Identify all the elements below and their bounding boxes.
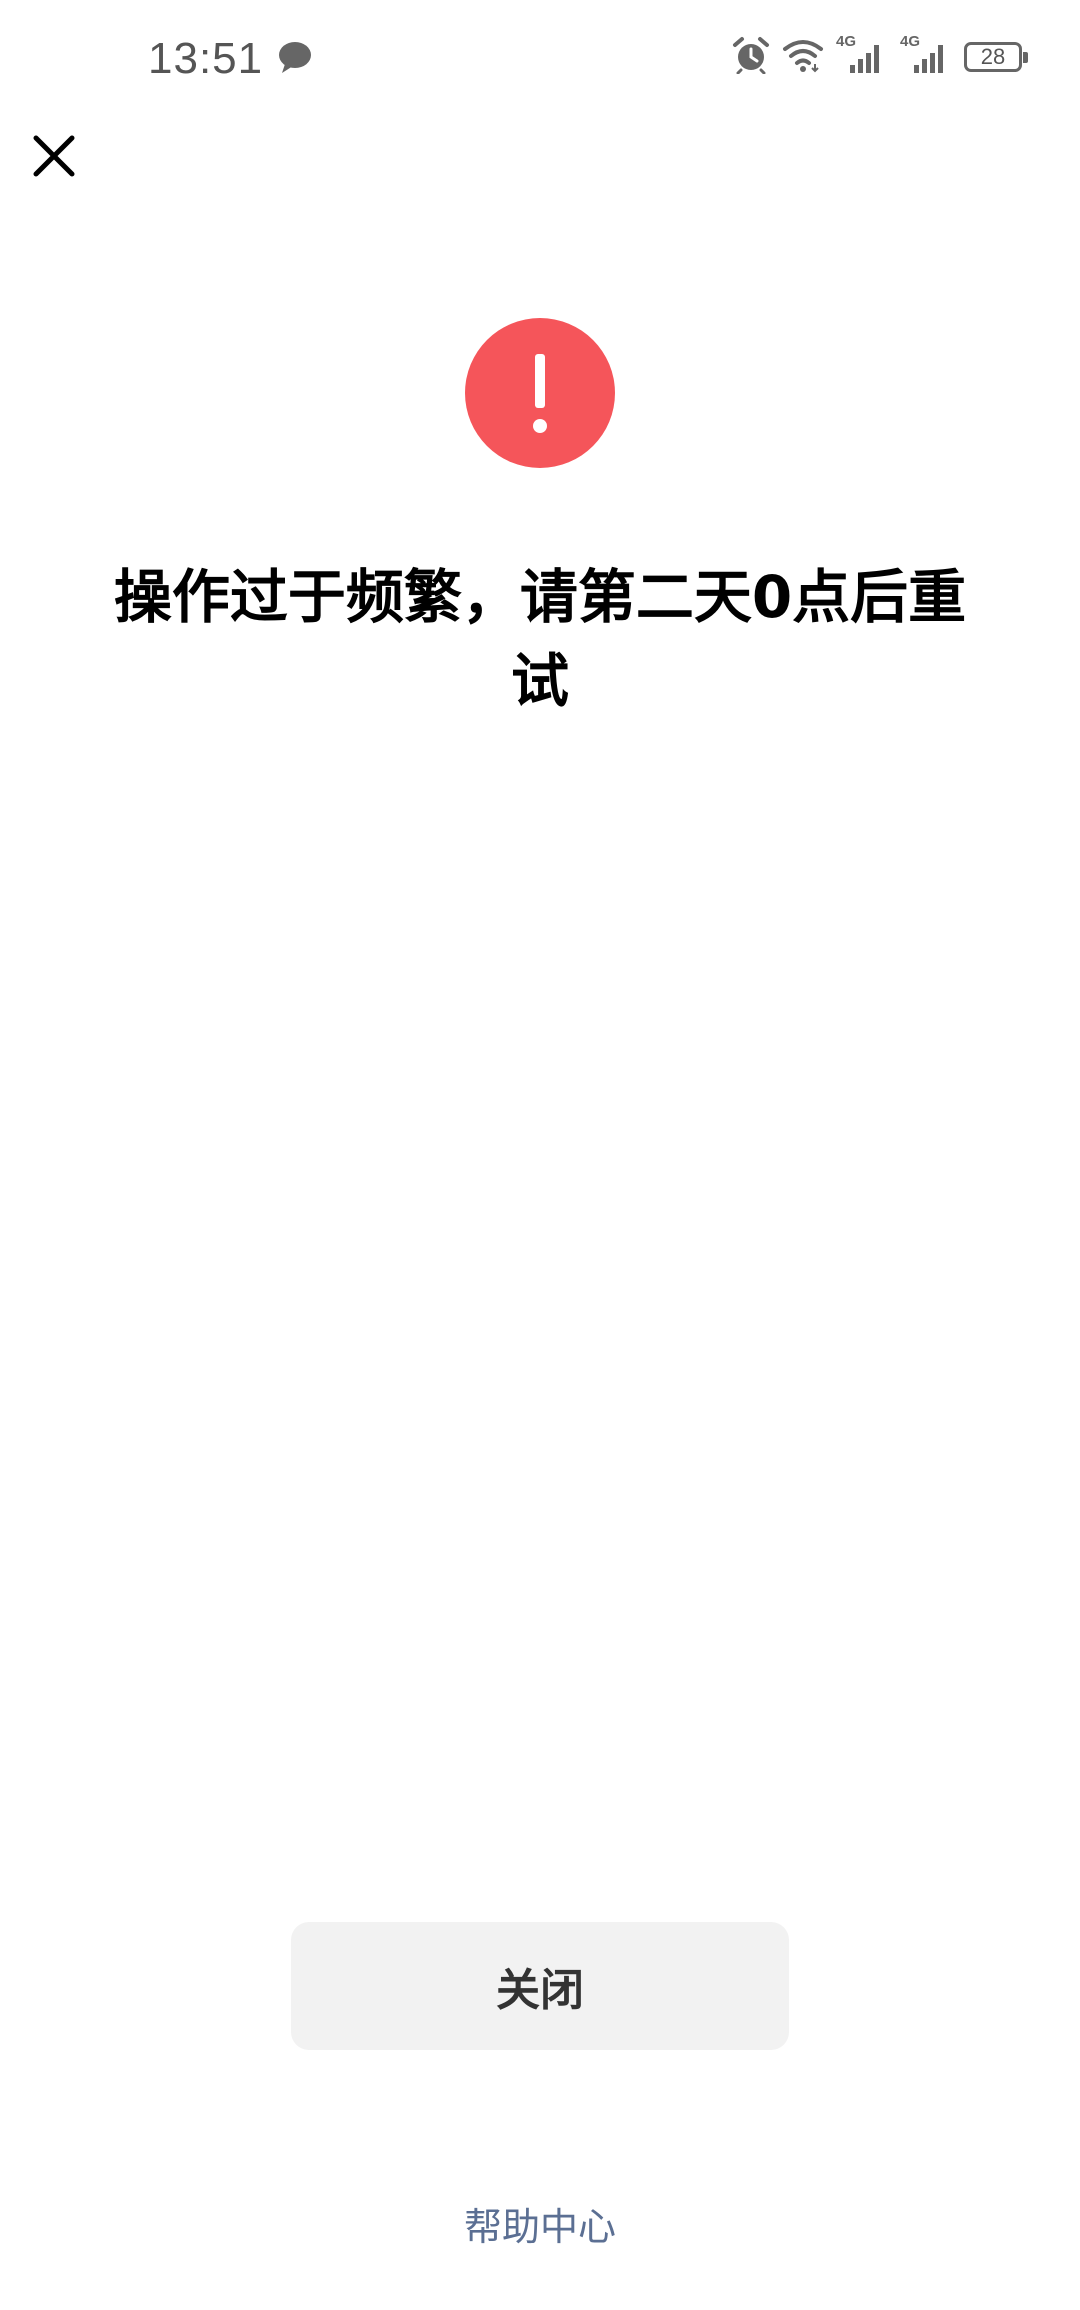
battery-level: 28 — [980, 44, 1006, 69]
close-icon[interactable] — [28, 130, 80, 182]
chat-bubble-icon — [277, 40, 313, 78]
status-right: 4G 4G 28 — [732, 33, 1028, 78]
close-button[interactable]: 关闭 — [291, 1922, 789, 2050]
alarm-icon — [732, 36, 770, 78]
close-button-label: 关闭 — [496, 1965, 584, 2016]
screen: 13:51 4G 4G 28 操作过于频繁，请第二天0点后重试 关闭 帮助中心 — [0, 0, 1080, 2310]
status-time: 13:51 — [148, 34, 264, 83]
battery-icon: 28 — [964, 42, 1028, 72]
wifi-icon — [782, 37, 824, 77]
status-left: 13:51 — [148, 34, 313, 84]
signal-4g-icon: 4G — [836, 33, 888, 77]
signal-4g-icon: 4G — [900, 33, 952, 77]
exclamation-icon — [465, 318, 615, 468]
error-message: 操作过于频繁，请第二天0点后重试 — [113, 563, 967, 715]
status-bar: 13:51 4G 4G 28 — [0, 0, 1080, 120]
help-center-link[interactable]: 帮助中心 — [0, 2196, 1080, 2251]
